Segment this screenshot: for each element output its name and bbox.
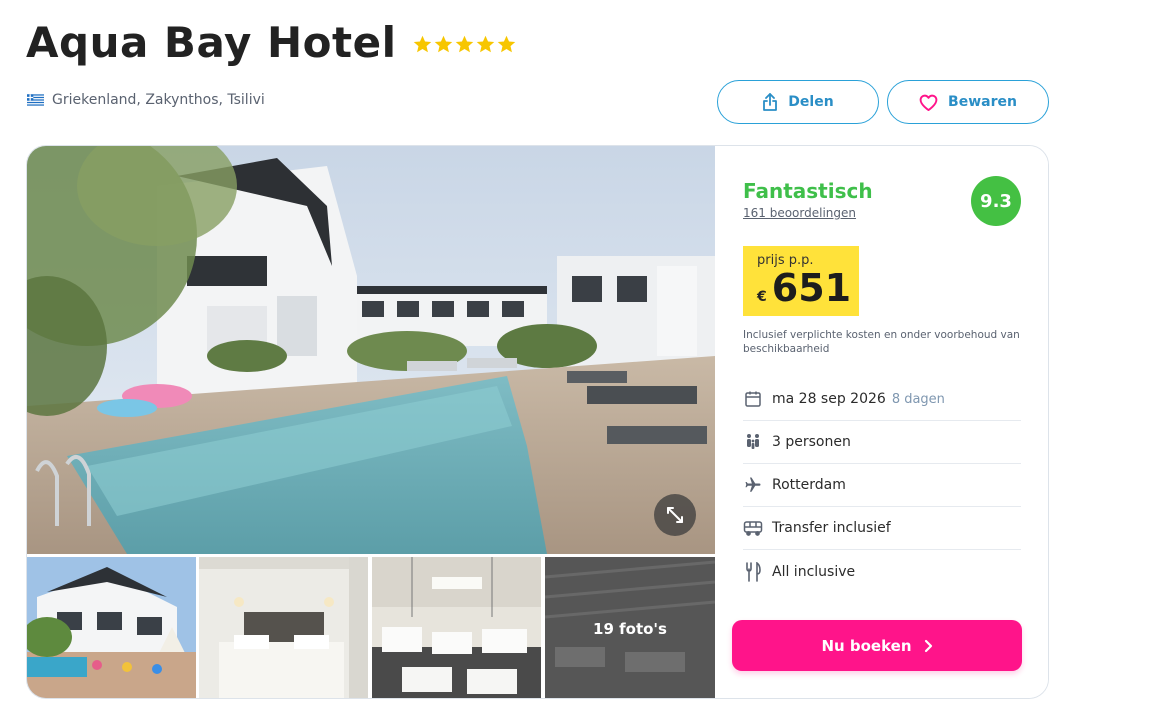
rating-label: Fantastisch	[743, 179, 873, 203]
price-row: € 651	[757, 268, 851, 308]
trip-details: ma 28 sep 2026 8 dagen 3 personen Rotter…	[743, 378, 1021, 593]
detail-departure-text: Rotterdam	[772, 477, 846, 493]
detail-board-text: All inclusive	[772, 563, 856, 580]
booking-panel: Fantastisch 161 beoordelingen 9.3 prijs …	[715, 146, 1048, 698]
detail-transfer: Transfer inclusief	[743, 507, 1021, 550]
book-now-label: Nu boeken	[821, 636, 912, 655]
detail-departure: Rotterdam	[743, 464, 1021, 507]
thumbnail-more-photos[interactable]: 19 foto's	[545, 557, 715, 698]
heart-icon	[919, 94, 938, 111]
star-icon	[456, 35, 474, 53]
save-button[interactable]: Bewaren	[887, 80, 1049, 124]
pool-photo	[27, 146, 715, 554]
share-icon	[763, 93, 778, 111]
detail-board: All inclusive	[743, 550, 1021, 593]
star-icon	[477, 35, 495, 53]
bedroom-photo	[199, 557, 368, 698]
star-icon	[498, 35, 516, 53]
price-currency: €	[757, 289, 767, 305]
star-rating	[412, 34, 517, 55]
hotel-header: Aqua Bay Hotel	[26, 18, 517, 67]
main-photo[interactable]	[27, 146, 715, 554]
photo-thumbnails: 19 foto's	[27, 557, 715, 698]
bus-icon	[743, 518, 763, 538]
thumbnail-restaurant[interactable]	[372, 557, 541, 698]
share-label: Delen	[788, 94, 834, 110]
detail-transfer-text: Transfer inclusief	[772, 520, 891, 536]
detail-date: ma 28 sep 2026 8 dagen	[743, 378, 1021, 421]
star-icon	[414, 35, 432, 53]
location-text: Griekenland, Zakynthos, Tsilivi	[52, 92, 265, 108]
expand-photo-button[interactable]	[654, 494, 696, 536]
detail-date-text: ma 28 sep 2026	[772, 391, 886, 407]
chevron-right-icon	[924, 639, 932, 652]
cutlery-icon	[743, 561, 763, 582]
book-now-button[interactable]: Nu boeken	[732, 620, 1022, 671]
price-amount: 651	[771, 266, 852, 310]
exterior-photo	[27, 557, 196, 698]
people-icon	[743, 432, 763, 452]
save-label: Bewaren	[948, 94, 1017, 110]
thumbnail-exterior[interactable]	[27, 557, 196, 698]
hotel-card: 19 foto's Fantastisch 161 beoordelingen …	[26, 145, 1049, 699]
hotel-name: Aqua Bay Hotel	[26, 18, 397, 67]
price-disclaimer: Inclusief verplichte kosten en onder voo…	[743, 329, 1020, 355]
thumbnail-bedroom[interactable]	[199, 557, 368, 698]
more-photos-label: 19 foto's	[593, 619, 667, 638]
share-button[interactable]: Delen	[717, 80, 879, 124]
detail-persons: 3 personen	[743, 421, 1021, 464]
plane-icon	[743, 475, 763, 495]
greece-flag-icon	[27, 94, 44, 106]
detail-duration-text: 8 dagen	[891, 391, 945, 407]
calendar-icon	[743, 389, 763, 409]
reviews-link[interactable]: 161 beoordelingen	[743, 206, 856, 220]
star-icon	[435, 35, 453, 53]
expand-icon	[667, 507, 683, 523]
restaurant-photo	[372, 557, 541, 698]
detail-persons-text: 3 personen	[772, 434, 851, 450]
hotel-location: Griekenland, Zakynthos, Tsilivi	[27, 92, 265, 108]
score-badge: 9.3	[971, 176, 1021, 226]
price-box: prijs p.p. € 651	[743, 246, 859, 316]
